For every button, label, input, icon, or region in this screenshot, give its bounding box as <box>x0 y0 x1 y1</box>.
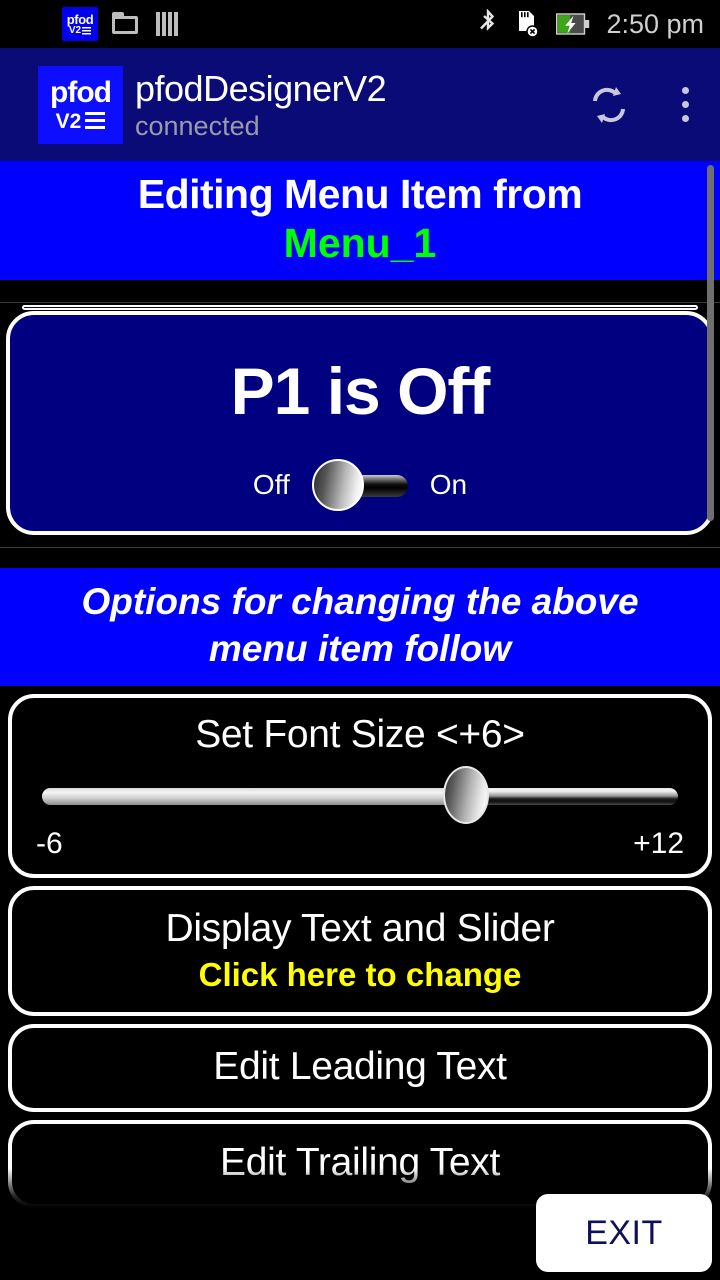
slider-max-label: +12 <box>633 827 684 860</box>
menu-item-preview-card[interactable]: P1 is Off Off On <box>6 305 714 535</box>
slider-thumb[interactable] <box>443 766 490 824</box>
status-bar-clock: 2:50 pm <box>606 8 704 39</box>
edit-leading-text-title: Edit Leading Text <box>213 1045 507 1088</box>
editing-banner-text: Editing Menu Item from Menu_1 <box>0 161 720 280</box>
refresh-icon <box>593 86 625 123</box>
spacer <box>0 280 720 302</box>
bluetooth-icon <box>480 9 495 31</box>
refresh-button[interactable] <box>580 70 638 140</box>
options-banner-line2: menu item follow <box>208 628 512 669</box>
pfod-icon-text: pfod <box>66 11 94 27</box>
app-bar: pfod V2 pfodDesignerV2 connected <box>0 48 720 161</box>
exit-button[interactable]: EXIT <box>536 1194 712 1272</box>
app-bar-titles: pfodDesignerV2 connected <box>135 67 387 142</box>
pfod-icon-version: V2 <box>69 25 92 36</box>
hamburger-lines-icon <box>82 26 92 35</box>
spacer <box>0 535 720 547</box>
spacer <box>0 548 720 568</box>
scroll-content[interactable]: Editing Menu Item from Menu_1 P1 is Off … <box>0 161 720 1280</box>
editing-banner-menu-name: Menu_1 <box>283 220 437 266</box>
status-bar-system: 2:50 pm <box>478 9 704 40</box>
app-screen: pfod V2 2:50 pm pfod V2 pfodDesignerV2 c… <box>0 0 720 1280</box>
display-text-and-slider-title: Display Text and Slider <box>165 907 555 950</box>
edit-leading-text-wrap: Edit Leading Text <box>0 1016 720 1112</box>
options-banner-text: Options for changing the above menu item… <box>0 568 720 686</box>
preview-label: P1 is Off <box>230 354 491 428</box>
bars-icon <box>156 12 182 36</box>
font-size-card[interactable]: Set Font Size <+6> -6 +12 <box>8 694 712 878</box>
options-banner: Options for changing the above menu item… <box>0 568 720 686</box>
editing-banner-line1: Editing Menu Item from <box>137 171 583 217</box>
preview-toggle-switch[interactable] <box>311 459 408 511</box>
toggle-thumb[interactable] <box>311 459 364 511</box>
slider-range-labels: -6 +12 <box>32 822 688 864</box>
status-bar-notifications: pfod V2 <box>62 7 182 41</box>
slider-min-label: -6 <box>36 827 63 860</box>
battery-charging-icon <box>556 13 590 35</box>
menu-item-preview-wrap: P1 is Off Off On <box>0 303 720 535</box>
options-banner-line1: Options for changing the above <box>81 581 639 622</box>
toggle-on-label: On <box>429 469 468 500</box>
edit-trailing-text-title: Edit Trailing Text <box>219 1141 501 1184</box>
exit-button-label: EXIT <box>585 1213 663 1252</box>
status-bar: pfod V2 2:50 pm <box>0 0 720 48</box>
app-logo: pfod V2 <box>38 65 123 144</box>
display-text-and-slider-subtitle: Click here to change <box>198 956 522 993</box>
vertical-scrollbar[interactable] <box>707 165 714 521</box>
edit-leading-text-button[interactable]: Edit Leading Text <box>8 1024 712 1112</box>
font-size-slider[interactable] <box>42 766 678 824</box>
font-size-title: Set Font Size <+6> <box>195 713 525 756</box>
toggle-off-label: Off <box>252 469 290 500</box>
display-text-slider-wrap: Display Text and Slider Click here to ch… <box>0 878 720 1016</box>
overflow-menu-button[interactable] <box>656 70 714 140</box>
app-bar-actions <box>580 70 714 140</box>
slider-track <box>42 788 678 805</box>
app-title: pfodDesignerV2 <box>135 67 387 109</box>
app-logo-row2: V2 <box>56 111 106 132</box>
overflow-menu-icon <box>681 87 689 122</box>
slider-filled-track <box>42 788 467 805</box>
editing-banner: Editing Menu Item from Menu_1 <box>0 161 720 280</box>
display-text-and-slider-button[interactable]: Display Text and Slider Click here to ch… <box>8 886 712 1016</box>
app-logo-version: V2 <box>55 109 82 133</box>
pfod-v2-app-icon: pfod V2 <box>62 7 98 41</box>
connection-status: connected <box>135 110 260 141</box>
app-logo-text: pfod <box>50 75 112 109</box>
sd-card-removed-icon <box>519 11 540 38</box>
font-size-card-wrap: Set Font Size <+6> -6 +12 <box>0 686 720 878</box>
folder-icon <box>112 12 142 36</box>
preview-toggle-row: Off On <box>10 459 710 511</box>
hamburger-lines-icon <box>85 112 106 130</box>
